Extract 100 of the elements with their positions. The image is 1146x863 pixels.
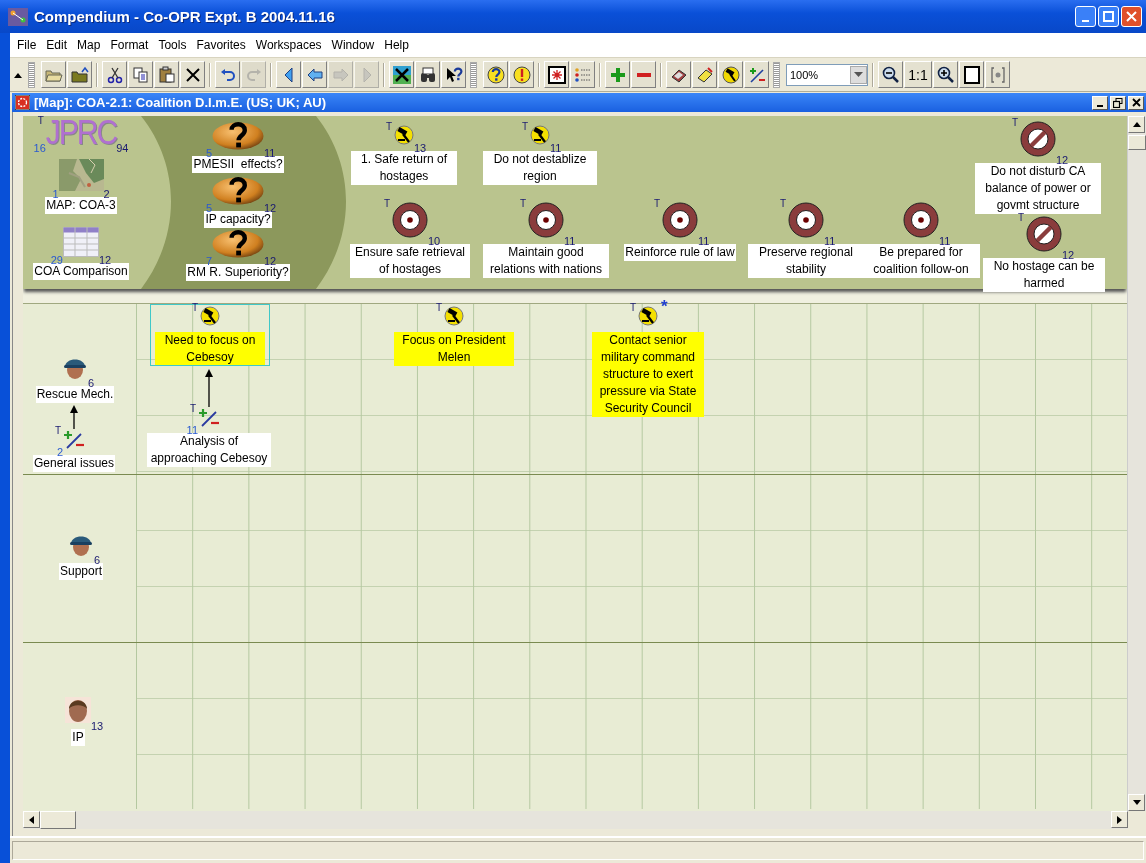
tag-marker: T xyxy=(191,303,198,313)
menu-item[interactable]: Workspaces xyxy=(250,38,327,52)
node-label[interactable]: IP capacity? xyxy=(204,211,272,228)
maximize-button[interactable] xyxy=(1098,6,1119,27)
node-label[interactable]: Ensure safe retrieval of hostages xyxy=(350,244,470,278)
copy-button[interactable] xyxy=(128,61,153,88)
toolbar-handle[interactable] xyxy=(28,61,35,88)
decision-button[interactable] xyxy=(718,61,743,88)
eraser-button[interactable] xyxy=(666,61,691,88)
menu-item[interactable]: Help xyxy=(379,38,414,52)
pencil-button[interactable] xyxy=(692,61,717,88)
plus-minus-icon xyxy=(747,65,766,84)
person-icon xyxy=(65,697,91,723)
previous-button[interactable] xyxy=(302,61,327,88)
pro-con-button[interactable] xyxy=(744,61,769,88)
zoom-out-button[interactable] xyxy=(878,61,903,88)
node-label[interactable]: Do not disturb CA balance of power or govmt structure xyxy=(975,163,1101,214)
tag-marker: T xyxy=(54,426,61,436)
scroll-down-button[interactable] xyxy=(1128,794,1145,811)
exclamation-icon xyxy=(512,65,531,84)
node-label[interactable]: Need to focus on Cebesoy xyxy=(155,332,265,366)
map-node-button[interactable] xyxy=(544,61,569,88)
toolbar-handle[interactable] xyxy=(773,61,780,88)
delete-button[interactable] xyxy=(180,61,205,88)
flag-marker: * xyxy=(661,300,668,314)
menu-item[interactable]: Window xyxy=(326,38,380,52)
cut-button[interactable] xyxy=(102,61,127,88)
node-label[interactable]: Maintain good relations with nations xyxy=(483,244,609,278)
count: 6 xyxy=(88,378,95,389)
target-icon xyxy=(788,202,824,238)
paste-button[interactable] xyxy=(154,61,179,88)
question-button[interactable] xyxy=(483,61,508,88)
open-button[interactable] xyxy=(41,61,66,88)
remove-button[interactable] xyxy=(631,61,656,88)
menu-item[interactable]: Tools xyxy=(153,38,192,52)
tag-marker: T xyxy=(37,116,44,126)
overflow-arrow-icon[interactable] xyxy=(14,71,22,78)
menu-item[interactable]: Edit xyxy=(41,38,73,52)
horizontal-scrollbar[interactable] xyxy=(23,811,1128,829)
node-label[interactable]: Reinforce rule of law xyxy=(624,244,736,261)
count: 94 xyxy=(116,143,129,154)
up-arrow-icon xyxy=(1132,122,1141,127)
menu-item[interactable]: Favorites xyxy=(191,38,251,52)
node-label[interactable]: Contact senior military command structure to exert pressure via State Security Council xyxy=(592,332,704,417)
node-label[interactable]: Preserve regional stability xyxy=(748,244,864,278)
list-node-button[interactable] xyxy=(570,61,595,88)
help-button[interactable] xyxy=(441,61,466,88)
node-label[interactable]: 1. Safe return of hostages xyxy=(351,151,457,185)
node-label[interactable]: Do not destablize region xyxy=(483,151,597,185)
node-label[interactable]: No hostage can be harmed xyxy=(983,258,1105,292)
vertical-scrollbar[interactable] xyxy=(1127,116,1146,811)
node-label[interactable]: COA Comparison xyxy=(33,263,129,280)
node-label[interactable]: Rescue Mech. xyxy=(35,386,115,403)
node-label[interactable]: General issues xyxy=(32,455,115,472)
count: 10 xyxy=(428,236,441,247)
dropdown-arrow-icon xyxy=(854,72,863,77)
close-button[interactable] xyxy=(1128,95,1144,110)
gavel-icon xyxy=(530,125,550,145)
menu-item[interactable]: File xyxy=(12,38,42,52)
node-label[interactable]: IP xyxy=(71,729,85,746)
count: 1 xyxy=(52,189,59,200)
gavel-icon xyxy=(444,306,464,326)
question-icon xyxy=(212,177,264,205)
scroll-thumb[interactable] xyxy=(40,811,76,829)
add-button[interactable] xyxy=(605,61,630,88)
menu-item[interactable]: Format xyxy=(105,38,154,52)
search-button[interactable] xyxy=(415,61,440,88)
node-label[interactable]: RM R. Superiority? xyxy=(186,264,290,281)
zoom-in-button[interactable] xyxy=(933,61,958,88)
count: 12 xyxy=(1062,250,1075,261)
question-icon xyxy=(486,65,505,84)
map-button[interactable] xyxy=(389,61,414,88)
restore-icon xyxy=(1113,97,1123,108)
node-label[interactable]: Support xyxy=(59,563,103,580)
scroll-up-button[interactable] xyxy=(1128,116,1145,133)
zoom-dropdown[interactable]: 100% xyxy=(786,63,868,86)
scroll-left-button[interactable] xyxy=(23,811,40,828)
count: 12 xyxy=(1056,155,1069,166)
node-label[interactable]: Be prepared for coalition follow-on xyxy=(862,244,980,278)
back-button[interactable] xyxy=(276,61,301,88)
count: 11 xyxy=(939,236,951,247)
toolbar-handle[interactable] xyxy=(470,61,477,88)
scroll-right-button[interactable] xyxy=(1111,811,1128,828)
fit-page-button[interactable] xyxy=(959,61,984,88)
exclamation-button[interactable] xyxy=(509,61,534,88)
tag-marker: T xyxy=(1017,213,1024,223)
restore-button[interactable] xyxy=(1110,95,1126,110)
focus-button[interactable] xyxy=(985,61,1010,88)
undo-button[interactable] xyxy=(215,61,240,88)
node-label[interactable]: Analysis of approaching Cebesoy xyxy=(147,433,271,467)
node-label[interactable]: MAP: COA-3 xyxy=(45,197,117,214)
menu-item[interactable]: Map xyxy=(72,38,106,52)
scroll-thumb[interactable] xyxy=(1128,135,1146,150)
node-label[interactable]: Focus on President Melen xyxy=(394,332,514,366)
minimize-button[interactable] xyxy=(1092,95,1108,110)
tag-marker: T xyxy=(383,199,390,209)
question-icon xyxy=(212,122,264,150)
actual-size-button[interactable]: 1:1 xyxy=(904,61,932,88)
folder-button[interactable] xyxy=(67,61,92,88)
node-label[interactable]: PMESII effects? xyxy=(192,156,284,173)
